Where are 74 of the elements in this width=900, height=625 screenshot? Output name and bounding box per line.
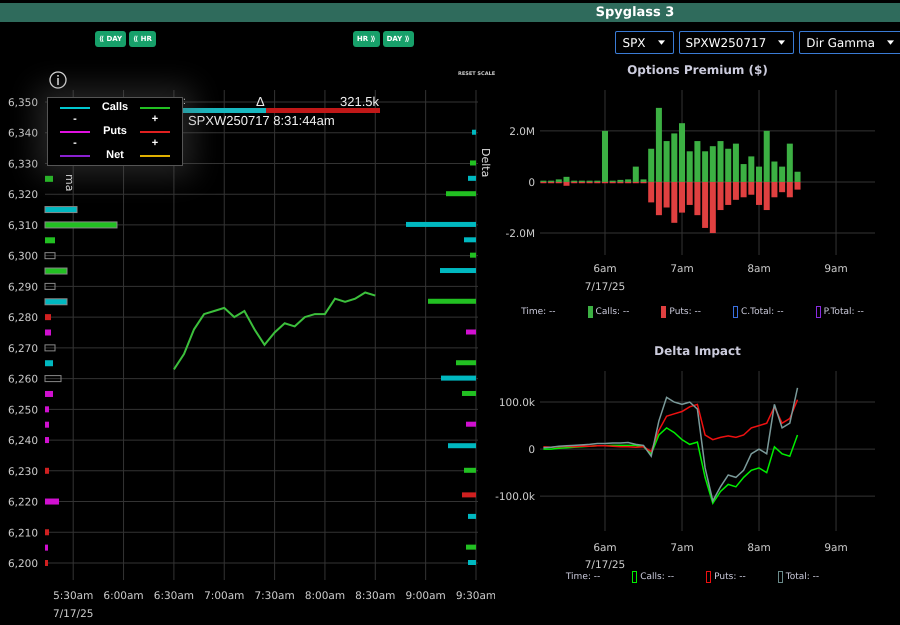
- axis-label: 6,230: [8, 466, 38, 478]
- legend-label: Puts: [102, 125, 128, 138]
- axis-label: 7am: [670, 263, 694, 275]
- axis-label: 9:30am: [456, 590, 495, 602]
- dropdown[interactable]: SPX: [615, 31, 674, 54]
- axis-label: 6,240: [8, 435, 38, 448]
- contract-timestamp: SPXW250717 8:31:44am: [188, 113, 335, 128]
- minus-sign: -: [72, 114, 78, 125]
- legend-label: Net: [105, 149, 125, 162]
- legend-label: Calls: --: [640, 572, 674, 582]
- label-fragment: :: [183, 95, 186, 109]
- axis-label: 6,290: [8, 281, 38, 294]
- legend-label: Calls: [100, 101, 130, 114]
- app-title: Spyglass 3: [596, 5, 674, 20]
- legend-label: Time: --: [566, 572, 600, 582]
- axis-label: 6am: [593, 263, 617, 275]
- legend-label: Time: --: [521, 307, 556, 317]
- date-label: 7/17/25: [52, 608, 94, 620]
- minus-sign: -: [72, 138, 78, 149]
- dropdown[interactable]: SPXW250717: [678, 31, 794, 54]
- plus-sign: +: [150, 138, 160, 149]
- axis-label: 6,350: [8, 97, 38, 109]
- axis-label: 6,250: [8, 404, 38, 416]
- axis-label: 9am: [824, 542, 848, 554]
- legend-label: Puts: --: [714, 572, 746, 582]
- axis-label: -100.0k: [495, 491, 535, 504]
- legend-label: Puts: --: [669, 307, 702, 317]
- delta-value: 321.5k: [340, 94, 380, 109]
- axis-label: 8am: [747, 263, 771, 275]
- axis-label: 7am: [670, 542, 694, 554]
- axis-label: 100.0k: [498, 397, 535, 410]
- axis-label: 6,280: [8, 312, 38, 324]
- legend-label: Calls: --: [596, 307, 630, 317]
- legend-label: P.Total: --: [824, 307, 864, 317]
- axis-label: 2.0M: [509, 126, 535, 138]
- axis-label: 7:00am: [204, 590, 244, 602]
- caret-icon: [887, 40, 894, 45]
- axis-label: 8:00am: [304, 590, 346, 602]
- date-label: 7/17/25: [584, 559, 626, 571]
- axis-label: 6,330: [8, 158, 38, 170]
- axis-label: 6,320: [8, 189, 38, 202]
- axis-label: 6:30am: [154, 590, 194, 602]
- axis-label: 6,270: [8, 342, 38, 355]
- axis-label: 6,200: [8, 558, 38, 570]
- axis-label: 9:00am: [406, 590, 446, 602]
- axis-label: -2.0M: [505, 228, 535, 240]
- date-label: 7/17/25: [584, 281, 626, 293]
- axis-label: 7:30am: [254, 590, 295, 602]
- axis-label: 5:30am: [53, 590, 94, 602]
- axis-label: 6,340: [8, 128, 38, 140]
- axis-label: 6:00am: [103, 590, 144, 602]
- legend-label: C.Total: --: [741, 307, 784, 317]
- axis-label: 8am: [747, 542, 771, 554]
- axis-label: 0: [528, 176, 535, 189]
- axis-title: Delta: [479, 148, 492, 178]
- dropdown[interactable]: Dir Gamma: [799, 31, 900, 54]
- axis-label: 6am: [593, 542, 617, 554]
- legend-label: Total: --: [786, 572, 820, 582]
- delta-symbol: Δ: [256, 94, 265, 109]
- caret-icon: [778, 40, 786, 45]
- chart-title: Delta Impact: [653, 343, 742, 360]
- axis-label: 8:30am: [355, 590, 396, 602]
- axis-label: 9am: [824, 263, 848, 275]
- plus-sign: +: [150, 114, 160, 125]
- axis-label: 6,300: [8, 250, 38, 263]
- axis-label: 6,260: [8, 374, 38, 386]
- chart-title: Options Premium ($): [626, 62, 769, 79]
- axis-label: 0: [528, 444, 535, 456]
- axis-label: 6,220: [8, 496, 38, 509]
- axis-label: 6,310: [8, 220, 38, 232]
- axis-label: 6,210: [8, 527, 38, 540]
- axis-title: ma: [63, 174, 76, 192]
- caret-icon: [658, 40, 665, 45]
- info-icon[interactable]: [49, 71, 67, 89]
